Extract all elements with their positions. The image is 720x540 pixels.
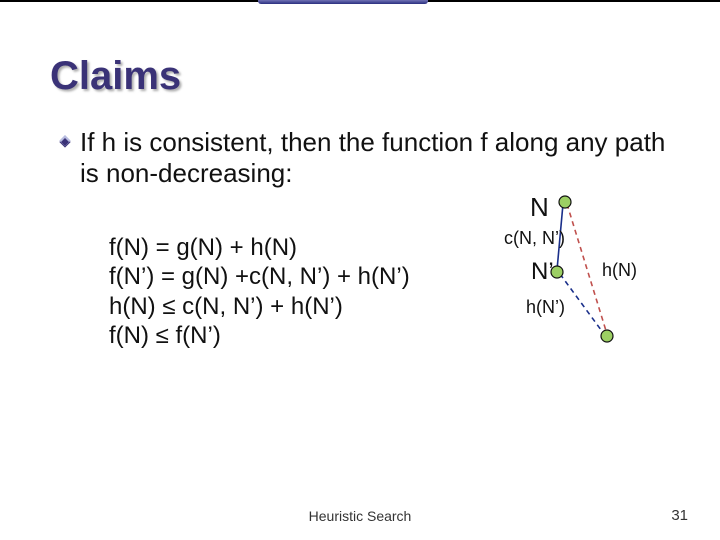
label-hn: h(N) [602,260,637,281]
graph-diagram [500,190,700,360]
slide-title: Claims [50,54,670,99]
leq-symbol: ≤ [162,293,175,320]
bullet-item: If h is consistent, then the function f … [58,127,670,188]
proof-line-4-rhs: f(N’) [169,322,221,349]
leq-symbol: ≤ [156,322,169,349]
proof-block: f(N) = g(N) + h(N) f(N’) = g(N) +c(N, N’… [109,233,410,350]
slide: Claims If h is consistent, then the func… [0,0,720,540]
proof-line-2: f(N’) = g(N) +c(N, N’) + h(N’) [109,262,410,291]
top-rule-accent [258,0,428,4]
page-number: 31 [671,507,688,524]
proof-line-3-rhs: c(N, N’) + h(N’) [176,293,343,320]
label-nprime: N’ [531,258,554,286]
bullet-text: If h is consistent, then the function f … [80,127,670,188]
edge-hnprime [560,274,604,334]
label-hnprime: h(N’) [526,297,565,318]
proof-line-4: f(N) ≤ f(N’) [109,321,410,350]
node-n [559,196,571,208]
decorative-top-rule [0,0,720,4]
proof-line-3-lhs: h(N) [109,293,162,320]
diamond-bullet-icon [58,135,72,149]
edge-hn [567,204,607,334]
footer-text: Heuristic Search [0,508,720,524]
node-goal [601,330,613,342]
proof-line-4-lhs: f(N) [109,322,156,349]
proof-line-3: h(N) ≤ c(N, N’) + h(N’) [109,292,410,321]
label-cost-n-nprime: c(N, N’) [504,228,565,249]
proof-line-1: f(N) = g(N) + h(N) [109,233,410,262]
